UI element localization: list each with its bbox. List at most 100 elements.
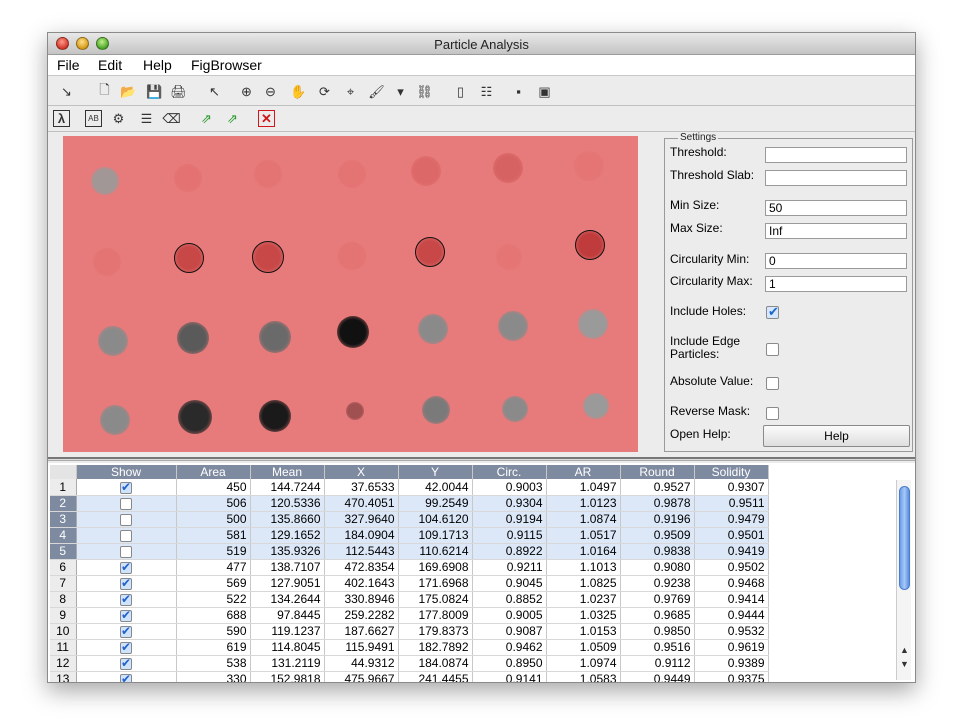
table-cell[interactable]: 1.0497 xyxy=(546,479,621,496)
settings-gears-icon[interactable]: ⚙ xyxy=(110,110,127,127)
table-cell[interactable]: 0.8922 xyxy=(472,543,547,560)
table-cell[interactable]: 1.0509 xyxy=(546,639,621,656)
table-cell[interactable]: 1.0237 xyxy=(546,591,621,608)
table-cell[interactable]: 115.9491 xyxy=(324,639,399,656)
show-checkbox[interactable] xyxy=(120,672,132,682)
table-cell[interactable]: 0.9685 xyxy=(620,607,695,624)
link-plot-icon[interactable]: ⛓ xyxy=(416,83,433,100)
table-cell[interactable]: 1.0517 xyxy=(546,527,621,544)
row-number[interactable]: 12 xyxy=(50,655,77,672)
table-cell[interactable]: 0.9838 xyxy=(620,543,695,560)
table-row[interactable]: 7 569127.9051402.1643171.69680.90451.0825… xyxy=(50,575,769,592)
row-number[interactable]: 13 xyxy=(50,671,77,682)
print-icon[interactable]: 🖨 xyxy=(170,83,187,100)
table-cell[interactable]: 259.2282 xyxy=(324,607,399,624)
rotate-3d-icon[interactable]: ⟳ xyxy=(316,83,333,100)
table-row[interactable]: 8 522134.2644330.8946175.08240.88521.0237… xyxy=(50,591,769,608)
table-row[interactable]: 10 590119.1237187.6627179.83730.90871.015… xyxy=(50,623,769,640)
zoom-in-icon[interactable]: ⊕ xyxy=(238,83,255,100)
export-icon[interactable]: ⇗ xyxy=(198,110,215,127)
table-cell[interactable]: 110.6214 xyxy=(398,543,473,560)
table-cell[interactable]: 0.9307 xyxy=(694,479,769,496)
table-cell[interactable]: 1.0583 xyxy=(546,671,621,682)
circularity-min-input[interactable] xyxy=(765,253,907,269)
show-checkbox[interactable] xyxy=(120,624,132,638)
show-checkbox[interactable] xyxy=(120,640,132,654)
row-number[interactable]: 8 xyxy=(50,591,77,608)
show-checkbox[interactable] xyxy=(120,513,132,526)
column-header[interactable]: Y xyxy=(398,465,473,479)
table-cell[interactable]: 0.9141 xyxy=(472,671,547,682)
splitter[interactable] xyxy=(48,457,915,461)
table-cell[interactable]: 0.8950 xyxy=(472,655,547,672)
column-header[interactable]: Solidity xyxy=(694,465,769,479)
menu-edit[interactable]: Edit xyxy=(98,57,122,73)
column-header[interactable]: Show xyxy=(76,465,177,479)
table-cell[interactable]: 0.9115 xyxy=(472,527,547,544)
table-cell[interactable]: 538 xyxy=(176,655,251,672)
table-cell[interactable]: 330 xyxy=(176,671,251,682)
table-cell[interactable]: 184.0874 xyxy=(398,655,473,672)
column-header[interactable]: Mean xyxy=(250,465,325,479)
open-folder-icon[interactable]: 📂 xyxy=(120,83,137,100)
menu-figbrowser[interactable]: FigBrowser xyxy=(191,57,262,73)
table-cell[interactable]: 0.9414 xyxy=(694,591,769,608)
table-cell[interactable]: 0.9502 xyxy=(694,559,769,576)
table-cell[interactable]: 144.7244 xyxy=(250,479,325,496)
table-row[interactable]: 13 330152.9818475.9667241.44550.91411.058… xyxy=(50,671,769,682)
table-scrollbar[interactable]: ▲ ▼ xyxy=(896,480,911,680)
table-cell[interactable]: 450 xyxy=(176,479,251,496)
table-cell[interactable]: 475.9667 xyxy=(324,671,399,682)
row-number[interactable]: 5 xyxy=(50,543,77,560)
table-cell[interactable]: 1.0974 xyxy=(546,655,621,672)
reverse-mask-checkbox[interactable] xyxy=(766,407,779,420)
menu-help[interactable]: Help xyxy=(143,57,172,73)
table-row[interactable]: 5 519 135.9326 112.5443 110.6214 0.8922 1.0164… xyxy=(50,543,769,560)
table-cell[interactable]: 134.2644 xyxy=(250,591,325,608)
table-row[interactable]: 12 538131.211944.9312184.08740.89501.0974… xyxy=(50,655,769,672)
show-plot-tools-icon[interactable]: ▣ xyxy=(536,83,553,100)
table-cell[interactable]: 0.9196 xyxy=(620,511,695,528)
table-cell[interactable]: 119.1237 xyxy=(250,623,325,640)
table-cell[interactable]: 327.9640 xyxy=(324,511,399,528)
table-cell[interactable]: 104.6120 xyxy=(398,511,473,528)
max-size-input[interactable] xyxy=(765,223,907,239)
table-cell[interactable]: 0.9516 xyxy=(620,639,695,656)
table-cell[interactable]: 0.9509 xyxy=(620,527,695,544)
brush-icon[interactable]: 🖌 xyxy=(368,83,385,100)
circularity-max-input[interactable] xyxy=(765,276,907,292)
table-cell[interactable]: 0.9375 xyxy=(694,671,769,682)
table-row[interactable]: 1450144.724437.653342.00440.90031.04970.… xyxy=(50,479,769,496)
table-cell[interactable]: 330.8946 xyxy=(324,591,399,608)
table-cell[interactable]: 1.0153 xyxy=(546,623,621,640)
table-cell[interactable]: 97.8445 xyxy=(250,607,325,624)
table-cell[interactable]: 99.2549 xyxy=(398,495,473,512)
show-checkbox[interactable] xyxy=(120,592,132,606)
show-checkbox[interactable] xyxy=(120,480,132,494)
table-cell[interactable]: 184.0904 xyxy=(324,527,399,544)
table-cell[interactable]: 0.9194 xyxy=(472,511,547,528)
hide-plot-tools-icon[interactable]: ▪ xyxy=(510,83,527,100)
table-cell[interactable]: 0.9080 xyxy=(620,559,695,576)
table-row[interactable]: 11 619114.8045115.9491182.78920.94621.050… xyxy=(50,639,769,656)
show-checkbox[interactable] xyxy=(120,497,132,510)
table-cell[interactable]: 0.9112 xyxy=(620,655,695,672)
show-checkbox[interactable] xyxy=(120,529,132,542)
show-checkbox[interactable] xyxy=(120,545,132,558)
table-cell[interactable]: 506 xyxy=(176,495,251,512)
table-cell[interactable]: 519 xyxy=(176,543,251,560)
table-cell[interactable]: 112.5443 xyxy=(324,543,399,560)
table-cell[interactable]: 0.9501 xyxy=(694,527,769,544)
table-row[interactable]: 2 506 120.5336 470.4051 99.2549 0.9304 1.0123 0… xyxy=(50,495,769,512)
table-cell[interactable]: 0.9769 xyxy=(620,591,695,608)
pan-hand-icon[interactable]: ✋ xyxy=(290,83,307,100)
absolute-value-checkbox[interactable] xyxy=(766,377,779,390)
threshold-input[interactable] xyxy=(765,147,907,163)
table-cell[interactable]: 0.9511 xyxy=(694,495,769,512)
table-cell[interactable]: 129.1652 xyxy=(250,527,325,544)
table-row[interactable]: 3 500 135.8660 327.9640 104.6120 0.9194 1.0874… xyxy=(50,511,769,528)
table-cell[interactable]: 470.4051 xyxy=(324,495,399,512)
column-header[interactable]: AR xyxy=(546,465,621,479)
table-cell[interactable]: 131.2119 xyxy=(250,655,325,672)
column-header[interactable]: Round xyxy=(620,465,695,479)
